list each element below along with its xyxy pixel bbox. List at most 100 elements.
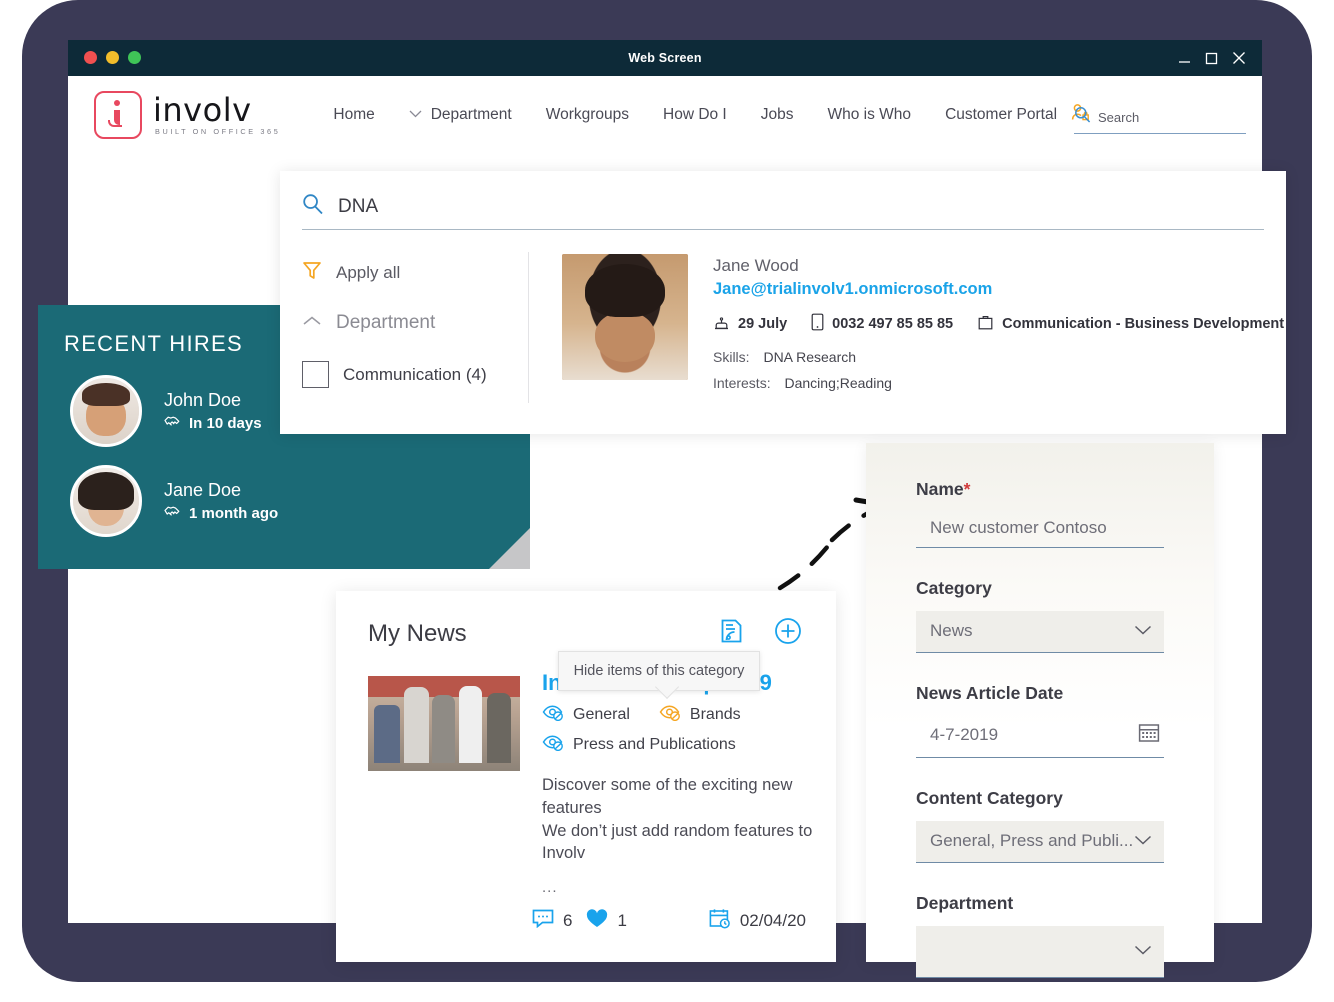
category-label: Press and Publications (573, 736, 736, 753)
search-icon (1074, 106, 1091, 128)
content-category-select[interactable]: General, Press and Publi... (916, 821, 1164, 863)
nav-item-workgroups[interactable]: Workgroups (529, 106, 646, 124)
my-news-card: My News General Brands Press and Publica… (336, 591, 836, 962)
phone-value: 0032 497 85 85 85 (832, 316, 954, 332)
nav-label: Department (430, 106, 512, 123)
add-news-icon[interactable] (774, 617, 802, 650)
required-marker: * (963, 479, 971, 499)
search-overlay-header: DNA (280, 171, 1286, 230)
content-category-select-value: General, Press and Publi... (930, 831, 1134, 850)
nav-item-who-is-who[interactable]: Who is Who (811, 106, 929, 124)
field-label-name: Name* (916, 479, 1164, 500)
news-article-date-input[interactable]: 4-7-2019 (916, 716, 1164, 758)
involv-logo[interactable]: involv BUILT ON OFFICE 365 (94, 91, 280, 139)
brand-tagline: BUILT ON OFFICE 365 (155, 127, 281, 137)
navbar-search-input[interactable]: Search (1098, 110, 1139, 125)
chevron-down-icon (409, 109, 422, 121)
apply-all-label: Apply all (336, 262, 401, 282)
person-skills: Skills: DNA Research (713, 349, 1284, 365)
eye-hide-icon (542, 734, 564, 756)
eye-hide-icon (659, 704, 681, 726)
filter-option-communication[interactable]: Communication (4) (302, 361, 528, 388)
person-email-link[interactable]: Jane@trialinvolv1.onmicrosoft.com (713, 280, 1284, 299)
window-titlebar: Web Screen (68, 40, 1262, 76)
field-label-content-category: Content Category (916, 788, 1063, 808)
article-ellipsis: ... (542, 879, 558, 897)
nav-item-home[interactable]: Home (316, 106, 391, 124)
panel-fold-corner (489, 528, 530, 569)
article-categories-row-2: Press and Publications (542, 734, 816, 756)
department-value: Communication - Business Development (1002, 316, 1285, 332)
category-brands[interactable]: Brands (659, 704, 741, 726)
comment-icon (532, 909, 554, 933)
checkbox-icon[interactable] (302, 361, 329, 388)
nav-item-department[interactable]: Department (392, 106, 529, 124)
nav-label: How Do I (663, 106, 727, 123)
chevron-down-icon (1134, 621, 1152, 641)
nav-label: Customer Portal (945, 106, 1058, 123)
filter-group-label: Department (336, 312, 436, 333)
article-comments[interactable]: 6 (532, 909, 572, 933)
person-photo (562, 254, 688, 380)
chevron-down-icon (1134, 831, 1152, 851)
news-form-panel: Name* New customer Contoso Category News… (866, 443, 1214, 978)
my-news-title: My News (368, 619, 467, 647)
name-input[interactable]: New customer Contoso (916, 512, 1164, 548)
category-select[interactable]: News (916, 611, 1164, 653)
heart-icon (586, 908, 608, 934)
screenshot-stage: Web Screen involv BUILT ON OFFICE 365 Ho… (0, 0, 1334, 1002)
minimize-icon[interactable] (1178, 52, 1191, 65)
handshake-icon (164, 504, 182, 523)
my-news-actions (719, 617, 802, 650)
avatar (70, 465, 142, 537)
search-filters: Apply all Department Communication (4) (280, 230, 528, 415)
my-news-header: My News (336, 591, 836, 650)
involv-logo-wordmark: involv BUILT ON OFFICE 365 (153, 94, 280, 135)
department-select[interactable] (916, 926, 1164, 978)
calendar-icon[interactable] (1138, 722, 1160, 748)
chevron-down-icon (1134, 941, 1152, 961)
search-icon (302, 193, 324, 220)
site-navbar: involv BUILT ON OFFICE 365 Home Departme… (68, 76, 1262, 154)
interests-value: Dancing;Reading (784, 375, 892, 391)
nav-item-jobs[interactable]: Jobs (744, 106, 811, 124)
news-article-date-value: 4-7-2019 (930, 725, 999, 744)
person-name: Jane Wood (713, 256, 799, 275)
nav-item-how-do-i[interactable]: How Do I (646, 106, 744, 124)
category-label: General (573, 706, 630, 723)
phone-icon (811, 313, 824, 335)
apply-all-filter[interactable]: Apply all (302, 260, 528, 285)
article-footer: 6 1 02/04/20 (336, 896, 836, 934)
news-feed-icon[interactable] (719, 618, 745, 649)
avatar (70, 375, 142, 447)
article-thumbnail (368, 676, 520, 771)
nav-label: Home (333, 106, 375, 123)
overlay-search-field[interactable]: DNA (302, 193, 1264, 230)
search-result-person[interactable]: Jane Wood Jane@trialinvolv1.onmicrosoft.… (529, 230, 1286, 415)
window-title: Web Screen (628, 51, 702, 65)
chevron-up-icon (302, 314, 322, 332)
category-label: Brands (689, 706, 741, 723)
article-date: 02/04/20 (709, 908, 806, 934)
window-controls[interactable] (1178, 40, 1246, 76)
category-press-and-publications[interactable]: Press and Publications (542, 734, 736, 756)
search-query-value[interactable]: DNA (338, 196, 378, 218)
comment-count: 6 (563, 911, 573, 931)
hire-when-label: In 10 days (189, 414, 262, 432)
recent-hire-item[interactable]: Jane Doe 1 month ago (38, 447, 530, 537)
navbar-search[interactable]: Search (1074, 106, 1246, 134)
close-icon[interactable] (1232, 51, 1246, 65)
filter-group-department[interactable]: Department (302, 312, 528, 334)
field-label-category: Category (916, 578, 992, 598)
category-general[interactable]: General (542, 704, 630, 726)
calendar-clock-icon (709, 908, 731, 934)
article-likes[interactable]: 1 (586, 908, 627, 934)
skills-value: DNA Research (763, 349, 857, 365)
nav-label: Workgroups (545, 106, 629, 123)
maximize-icon[interactable] (1205, 52, 1218, 65)
search-overlay-body: Apply all Department Communication (4) J… (280, 230, 1286, 415)
hire-when-label: 1 month ago (189, 504, 279, 522)
article-excerpt: Discover some of the exciting new featur… (542, 776, 813, 863)
field-label-news-article-date: News Article Date (916, 683, 1064, 703)
filter-funnel-icon (302, 260, 322, 285)
